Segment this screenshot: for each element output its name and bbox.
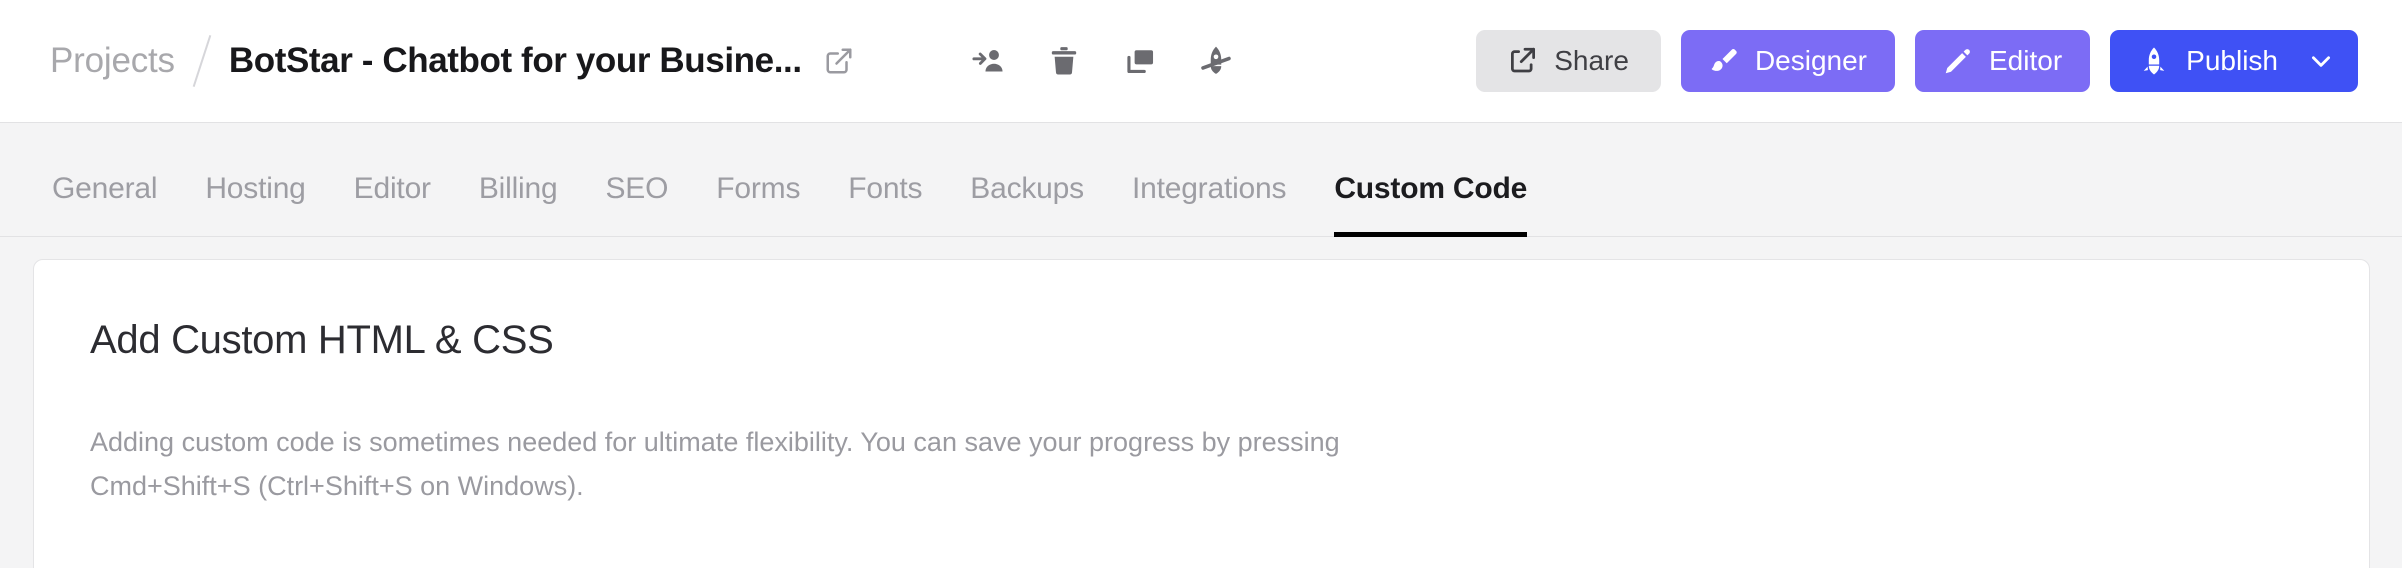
tab-billing[interactable]: Billing xyxy=(479,172,558,236)
tab-forms[interactable]: Forms xyxy=(716,172,800,236)
panel-description: Adding custom code is sometimes needed f… xyxy=(90,427,1340,501)
duplicate-icon[interactable] xyxy=(1114,35,1166,87)
settings-tab-bar: General Hosting Editor Billing SEO Forms… xyxy=(0,123,2402,237)
unpublish-rocket-icon[interactable] xyxy=(1190,35,1242,87)
page-title: BotStar - Chatbot for your Busine... xyxy=(228,41,802,80)
designer-button[interactable]: Designer xyxy=(1680,30,1895,92)
publish-button[interactable]: Publish xyxy=(2110,30,2358,92)
header-icon-actions xyxy=(962,35,1242,87)
chevron-down-icon xyxy=(2308,48,2334,74)
publish-button-label: Publish xyxy=(2186,45,2278,76)
editor-button[interactable]: Editor xyxy=(1915,30,2091,92)
app-header: Projects BotStar - Chatbot for your Busi… xyxy=(0,0,2402,123)
tab-seo[interactable]: SEO xyxy=(605,172,668,236)
designer-button-label: Designer xyxy=(1754,45,1867,76)
pencil-icon xyxy=(1943,46,1973,76)
content-area: Add Custom HTML & CSS Adding custom code… xyxy=(0,237,2402,568)
breadcrumb-projects-link[interactable]: Projects xyxy=(50,41,175,81)
share-button[interactable]: Share xyxy=(1476,30,1661,92)
breadcrumb-separator xyxy=(192,35,212,87)
trash-icon[interactable] xyxy=(1038,35,1090,87)
share-button-label: Share xyxy=(1554,45,1629,76)
header-action-buttons: Share Designer Editor Publish xyxy=(1476,30,2358,92)
breadcrumb: Projects BotStar - Chatbot for your Busi… xyxy=(50,34,854,88)
tab-general[interactable]: General xyxy=(52,172,158,236)
tab-custom-code[interactable]: Custom Code xyxy=(1334,172,1527,237)
custom-code-panel: Add Custom HTML & CSS Adding custom code… xyxy=(33,259,2370,568)
tab-hosting[interactable]: Hosting xyxy=(205,172,306,236)
tab-fonts[interactable]: Fonts xyxy=(848,172,922,236)
share-export-icon xyxy=(1508,46,1538,76)
tab-integrations[interactable]: Integrations xyxy=(1132,172,1287,236)
transfer-ownership-icon[interactable] xyxy=(962,35,1014,87)
rocket-icon xyxy=(2138,45,2170,77)
panel-heading: Add Custom HTML & CSS xyxy=(90,318,554,362)
tab-editor[interactable]: Editor xyxy=(354,172,431,236)
editor-button-label: Editor xyxy=(1989,45,2063,76)
tab-backups[interactable]: Backups xyxy=(970,172,1084,236)
paintbrush-icon xyxy=(1709,46,1739,76)
external-link-icon[interactable] xyxy=(824,46,854,76)
